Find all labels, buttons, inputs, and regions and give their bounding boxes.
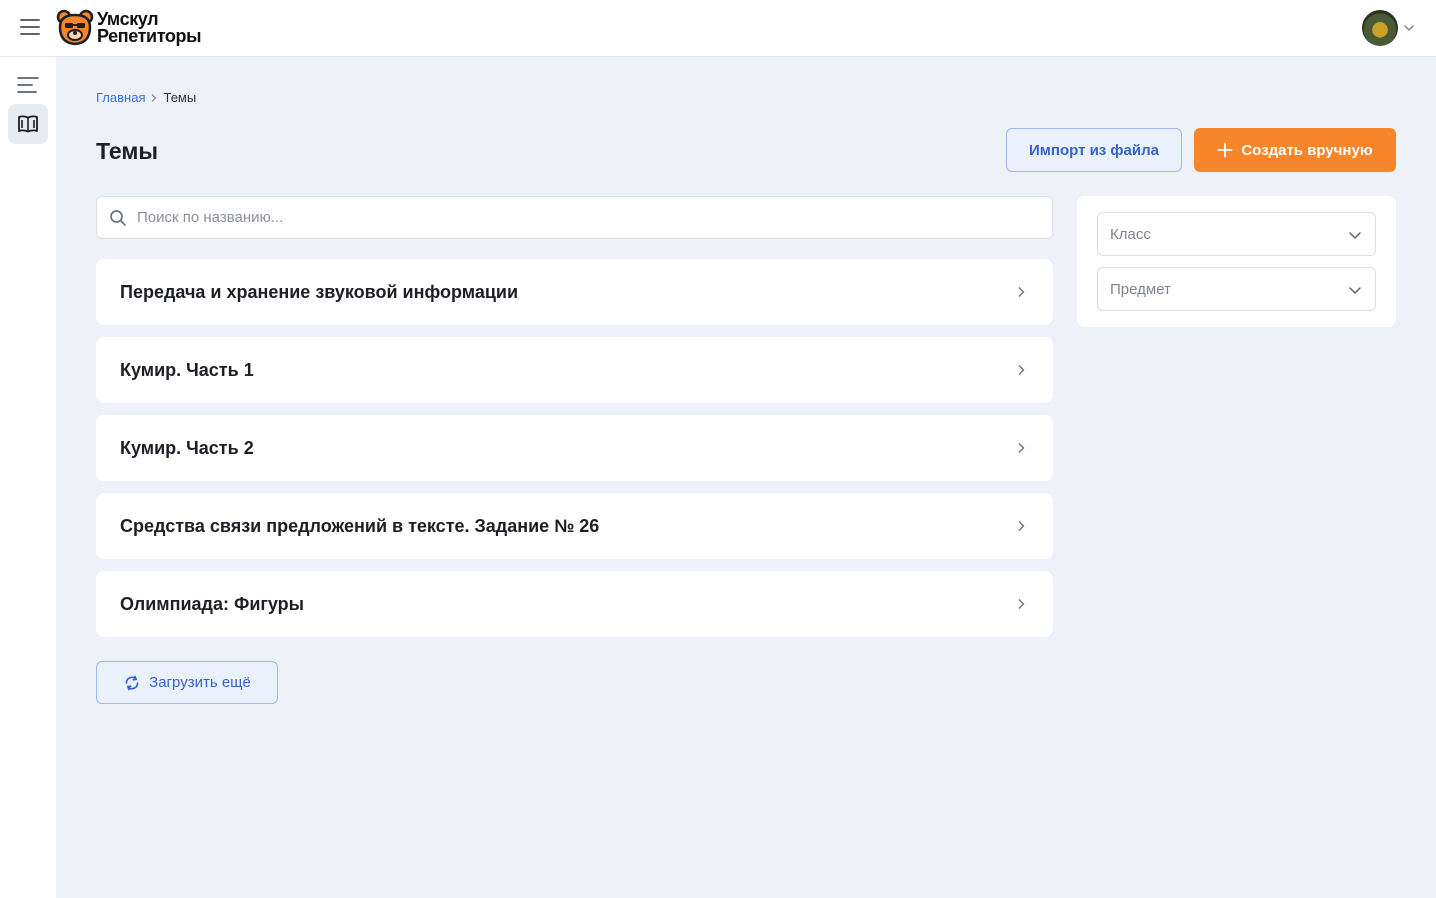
import-button-label: Импорт из файла [1029, 141, 1159, 159]
class-select-placeholder: Класс [1110, 225, 1151, 243]
topic-title: Передача и хранение звуковой информации [120, 281, 519, 302]
logo-wordmark: Умскул Репетиторы [97, 10, 202, 46]
chevron-right-icon [1018, 443, 1025, 453]
chevron-down-icon [1349, 232, 1361, 240]
rail-item-topics[interactable] [8, 104, 48, 144]
app-logo[interactable]: Умскул Репетиторы [56, 9, 201, 47]
subject-select-placeholder: Предмет [1110, 280, 1171, 298]
left-rail [0, 57, 56, 898]
search-box [96, 196, 1053, 239]
import-from-file-button[interactable]: Импорт из файла [1006, 128, 1182, 172]
top-bar: Умскул Репетиторы [0, 0, 1436, 57]
topic-item[interactable]: Олимпиада: Фигуры [96, 571, 1053, 637]
topic-title: Кумир. Часть 1 [120, 359, 254, 380]
search-input[interactable] [137, 209, 1017, 226]
refresh-icon [125, 675, 139, 690]
breadcrumb-home-link[interactable]: Главная [96, 90, 145, 105]
load-more-button[interactable]: Загрузить ещё [96, 661, 278, 704]
class-select[interactable]: Класс [1097, 212, 1376, 256]
breadcrumb-current: Темы [163, 90, 197, 105]
rail-item-list[interactable] [8, 65, 48, 105]
user-menu[interactable] [1362, 10, 1416, 46]
list-icon [17, 77, 39, 93]
topic-title: Олимпиада: Фигуры [120, 593, 305, 614]
subject-select[interactable]: Предмет [1097, 267, 1376, 311]
chevron-right-icon [1018, 521, 1025, 531]
filters-panel: Класс Предмет [1077, 196, 1396, 327]
book-icon [18, 115, 38, 133]
topic-item[interactable]: Кумир. Часть 2 [96, 415, 1053, 481]
chevron-right-icon [1018, 599, 1025, 609]
plus-icon [1217, 142, 1233, 158]
topic-item[interactable]: Кумир. Часть 1 [96, 337, 1053, 403]
topic-item[interactable]: Передача и хранение звуковой информации [96, 259, 1053, 325]
bear-logo-icon [56, 9, 94, 46]
topic-item[interactable]: Средства связи предложений в тексте. Зад… [96, 493, 1053, 559]
topic-title: Кумир. Часть 2 [120, 437, 254, 458]
chevron-right-icon [1018, 365, 1025, 375]
breadcrumb: Главная Темы [96, 90, 196, 105]
create-button-label: Создать вручную [1241, 141, 1373, 159]
chevron-down-icon [1404, 25, 1414, 32]
hamburger-icon[interactable] [20, 19, 40, 37]
logo-line2: Репетиторы [97, 26, 202, 46]
load-more-label: Загрузить ещё [149, 674, 251, 691]
topic-title: Средства связи предложений в тексте. Зад… [120, 515, 600, 536]
chevron-right-icon [1018, 287, 1025, 297]
avatar[interactable] [1362, 10, 1398, 46]
create-manually-button[interactable]: Создать вручную [1194, 128, 1396, 172]
page-title: Темы [96, 138, 159, 164]
chevron-down-icon [1349, 287, 1361, 295]
chevron-right-icon [152, 93, 157, 102]
search-icon [110, 209, 126, 226]
